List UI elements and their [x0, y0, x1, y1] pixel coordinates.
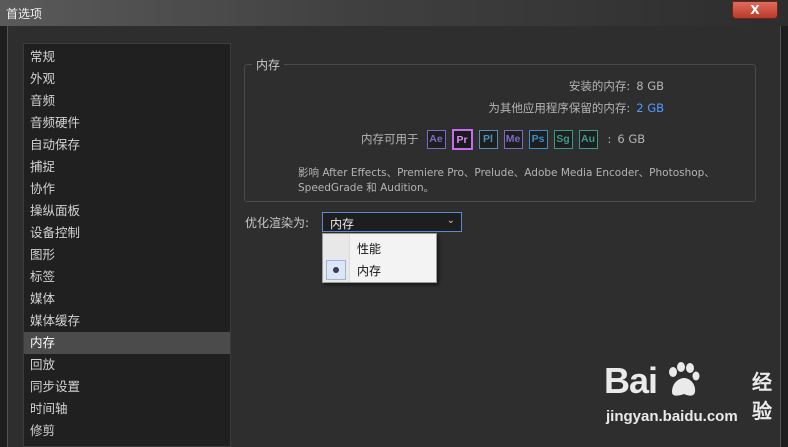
optimize-render-dropdown: 性能 内存 [322, 233, 437, 283]
sidebar-item[interactable]: 标签 [24, 266, 230, 288]
sidebar-item[interactable]: 常规 [24, 46, 230, 68]
installed-memory-label: 安装的内存: [568, 79, 631, 93]
app-icon-ps: Ps [528, 129, 548, 149]
memory-available-value: 6 GB [617, 132, 646, 146]
sidebar-item[interactable]: 捕捉 [24, 156, 230, 178]
watermark-brand-suffix: 经验 [752, 370, 772, 423]
reserved-memory-row: 为其他应用程序保留的内存: 2 GB [488, 100, 664, 116]
memory-available-row: 内存可用于 Ae Pr Pl Me Ps Sg Au : 6 GB [361, 127, 645, 151]
baidu-watermark: Bai 经验 jingyan.baidu.com [604, 360, 784, 432]
watermark-brand: Bai [604, 360, 658, 401]
sidebar-item[interactable]: 设备控制 [24, 222, 230, 244]
radio-selected-indicator [326, 260, 346, 280]
option-performance[interactable]: 性能 [323, 237, 436, 259]
sidebar-item[interactable]: 协作 [24, 178, 230, 200]
title-bar: 首选项 X [0, 0, 788, 26]
app-icon-sg: Sg [553, 129, 573, 149]
close-button[interactable]: X [732, 1, 778, 19]
sidebar-item[interactable]: 内存 [24, 332, 230, 354]
sidebar-item[interactable]: 回放 [24, 354, 230, 376]
sidebar-item[interactable]: 时间轴 [24, 398, 230, 420]
sidebar-item[interactable]: 自动保存 [24, 134, 230, 156]
installed-memory-value: 8 GB [636, 79, 664, 93]
installed-memory-row: 安装的内存: 8 GB [569, 78, 664, 94]
chevron-down-icon: ⌄ [446, 215, 455, 226]
category-list[interactable]: 常规 外观 音频 音频硬件 自动保存 捕捉 协作 操纵面板 设备控制 图形 标签 媒体 媒体缓存 内存 回放… [23, 43, 231, 447]
optimize-render-label: 优化渲染为: [245, 216, 310, 230]
app-icon-me: Me [503, 129, 523, 149]
option-memory-label: 内存 [357, 264, 382, 278]
reserved-memory-value[interactable]: 2 GB [636, 101, 664, 115]
sidebar-item[interactable]: 外观 [24, 68, 230, 90]
radio-dot-icon [333, 267, 339, 273]
sidebar-item[interactable]: 媒体 [24, 288, 230, 310]
sidebar-item[interactable]: 媒体缓存 [24, 310, 230, 332]
paw-icon [669, 362, 700, 396]
memory-available-separator: : [607, 132, 612, 146]
memory-description: 影响 After Effects、Premiere Pro、Prelude、Ad… [298, 167, 715, 194]
optimize-render-value: 内存 [330, 217, 355, 231]
app-icon-ae: Ae [426, 129, 446, 149]
sidebar-item[interactable]: 图形 [24, 244, 230, 266]
sidebar-item[interactable]: 修剪 [24, 420, 230, 442]
option-memory[interactable]: 内存 [323, 259, 436, 281]
watermark-url: jingyan.baidu.com [606, 408, 738, 425]
sidebar-item[interactable]: 同步设置 [24, 376, 230, 398]
sidebar-item[interactable]: 音频硬件 [24, 112, 230, 134]
app-icon-pl: Pl [478, 129, 498, 149]
option-performance-label: 性能 [357, 242, 382, 256]
app-icon-au: Au [578, 129, 598, 149]
sidebar-item[interactable]: 音频 [24, 90, 230, 112]
memory-group-title: 内存 [252, 56, 285, 73]
reserved-memory-label: 为其他应用程序保留的内存: [488, 101, 631, 115]
optimize-render-select[interactable]: 内存 ⌄ [322, 212, 462, 232]
memory-available-label: 内存可用于 [361, 132, 419, 146]
app-icon-pr: Pr [451, 128, 473, 150]
window-title: 首选项 [6, 7, 43, 21]
sidebar-item[interactable]: 操纵面板 [24, 200, 230, 222]
